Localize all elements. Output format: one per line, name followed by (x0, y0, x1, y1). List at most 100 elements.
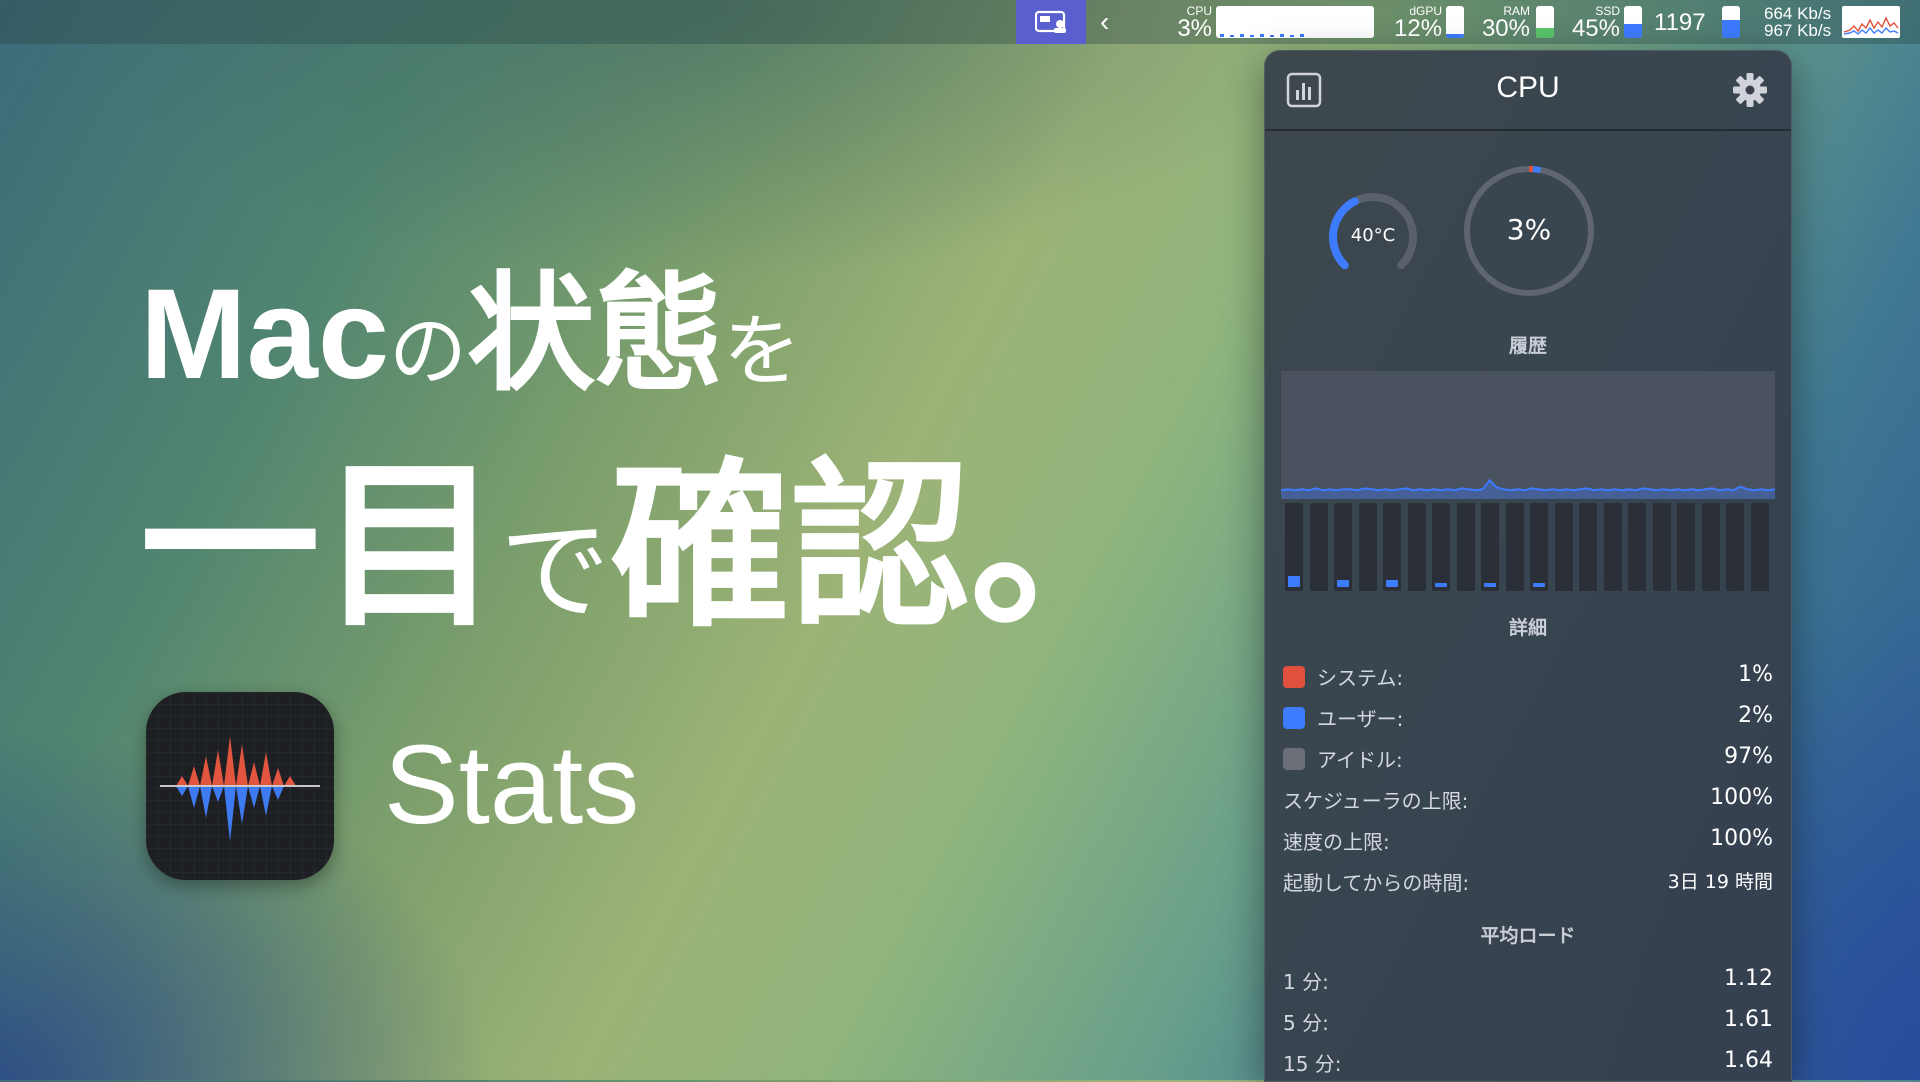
history-line-graph (1280, 478, 1776, 499)
menubar-cpu-value: 3% (1177, 15, 1212, 42)
detail-row: システム: 1% (1283, 662, 1773, 692)
stats-menu-app-button[interactable] (1016, 0, 1086, 44)
load-label: 15 分: (1283, 1052, 1342, 1076)
stats-app-icon (146, 692, 334, 880)
menubar-ssd-value: 45% (1571, 15, 1620, 42)
core-level (1288, 576, 1300, 587)
menubar-ram[interactable]: RAM 30% (1480, 5, 1530, 41)
detail-label: アイドル: (1317, 748, 1403, 772)
core-bar (1652, 503, 1671, 591)
temperature-gauge: 40°C (1323, 187, 1423, 287)
core-bar (1456, 503, 1475, 591)
network-graph-icon (1843, 16, 1899, 35)
detail-label: ユーザー: (1317, 707, 1404, 731)
menubar-ram-value: 30% (1481, 15, 1530, 42)
menubar-dgpu[interactable]: dGPU 12% (1394, 5, 1442, 41)
dashboard-icon (1035, 10, 1066, 33)
core-bar (1750, 503, 1769, 591)
settings-button[interactable] (1731, 71, 1769, 109)
hero-de: で (500, 507, 611, 635)
load-value: 1.12 (1724, 966, 1773, 991)
cpu-popup-panel: CPU 40°C 3% 履歴 詳細 システム: 1% ユーザー: 2% アイドル… (1264, 50, 1792, 1082)
core-level (1337, 580, 1349, 587)
limit-row: 速度の上限: 100% (1283, 826, 1773, 856)
legend-swatch (1283, 666, 1305, 688)
cpu-usage-value: 3% (1506, 213, 1552, 246)
load-title: 平均ロード (1480, 925, 1576, 947)
limit-row: スケジューラの上限: 100% (1283, 785, 1773, 815)
load-value: 1.64 (1724, 1048, 1773, 1073)
core-bar (1628, 503, 1646, 591)
core-bar (1554, 503, 1573, 591)
limit-label: 起動してからの時間: (1283, 871, 1470, 895)
core-bar (1432, 503, 1450, 591)
core-bar (1701, 503, 1720, 591)
detail-value: 97% (1724, 744, 1773, 769)
app-name: Stats (384, 722, 640, 847)
menubar-ssd-bar (1624, 6, 1642, 38)
hero-ichimoku: 一目 (140, 443, 501, 652)
network-sparkline[interactable] (1842, 6, 1900, 38)
panel-title: CPU (1496, 71, 1560, 104)
hero-heading-line-1: Macの状態を (140, 230, 801, 415)
load-row: 1 分: 1.12 (1283, 966, 1773, 996)
load-row: 5 分: 1.61 (1283, 1007, 1773, 1037)
gear-icon (1733, 73, 1767, 107)
hero-no: の (389, 307, 468, 397)
hero-mac: Mac (140, 263, 389, 406)
sensor-fill (1722, 20, 1740, 38)
core-usage-bars (1281, 503, 1775, 595)
waveform-icon (146, 692, 334, 880)
core-bar (1505, 503, 1524, 591)
cpu-mini-graph (1220, 34, 1304, 37)
menubar-cpu[interactable]: CPU 3% (1176, 5, 1212, 41)
core-bar (1677, 503, 1695, 591)
core-bar (1481, 503, 1499, 591)
core-level (1435, 583, 1447, 587)
ssd-fill (1624, 23, 1642, 38)
menubar-dgpu-value: 12% (1394, 15, 1443, 42)
limit-row: 起動してからの時間: 3日 19 時間 (1283, 867, 1773, 897)
hero-wo: を (723, 307, 802, 397)
history-title: 履歴 (1508, 335, 1547, 357)
menubar-network[interactable]: 664 Kb/s 967 Kb/s (1764, 5, 1831, 39)
menubar-cpu-graph[interactable] (1216, 6, 1374, 38)
hero-kakunin: 確認。 (610, 443, 1151, 652)
chevron-left-icon[interactable]: ‹ (1100, 6, 1109, 38)
dgpu-fill (1446, 34, 1464, 38)
cpu-usage-gauge: 3% (1461, 163, 1597, 299)
core-level (1386, 580, 1398, 587)
core-bar (1726, 503, 1744, 591)
details-title: 詳細 (1508, 617, 1547, 639)
core-bar (1407, 503, 1426, 591)
network-upload: 664 Kb/s (1764, 4, 1832, 23)
core-level (1484, 583, 1496, 587)
core-bar (1530, 503, 1548, 591)
core-bar (1285, 503, 1303, 591)
menubar-ram-bar (1536, 6, 1554, 38)
limit-value: 100% (1710, 826, 1773, 851)
limit-label: スケジューラの上限: (1283, 789, 1469, 813)
legend-swatch (1283, 707, 1305, 729)
detail-row: ユーザー: 2% (1283, 703, 1773, 733)
core-bar (1309, 503, 1328, 591)
hero-jotai: 状態 (467, 260, 724, 409)
limit-value: 100% (1710, 785, 1773, 810)
history-chart (1280, 371, 1776, 499)
legend-swatch (1283, 748, 1305, 770)
detail-value: 1% (1738, 662, 1773, 687)
network-download: 967 Kb/s (1764, 21, 1832, 40)
core-bar (1383, 503, 1401, 591)
temperature-value: 40°C (1350, 225, 1396, 246)
load-label: 5 分: (1283, 1011, 1329, 1035)
core-bar (1358, 503, 1377, 591)
menubar-ssd[interactable]: SSD 45% (1570, 5, 1620, 41)
load-value: 1.61 (1724, 1007, 1773, 1032)
limit-value: 3日 19 時間 (1667, 871, 1773, 893)
menubar-sensor-value[interactable]: 1197 (1654, 9, 1706, 37)
core-bar (1334, 503, 1352, 591)
panel-header: CPU (1265, 51, 1791, 131)
menubar-dgpu-bar (1446, 6, 1464, 38)
load-row: 15 分: 1.64 (1283, 1048, 1773, 1078)
load-label: 1 分: (1283, 970, 1329, 994)
